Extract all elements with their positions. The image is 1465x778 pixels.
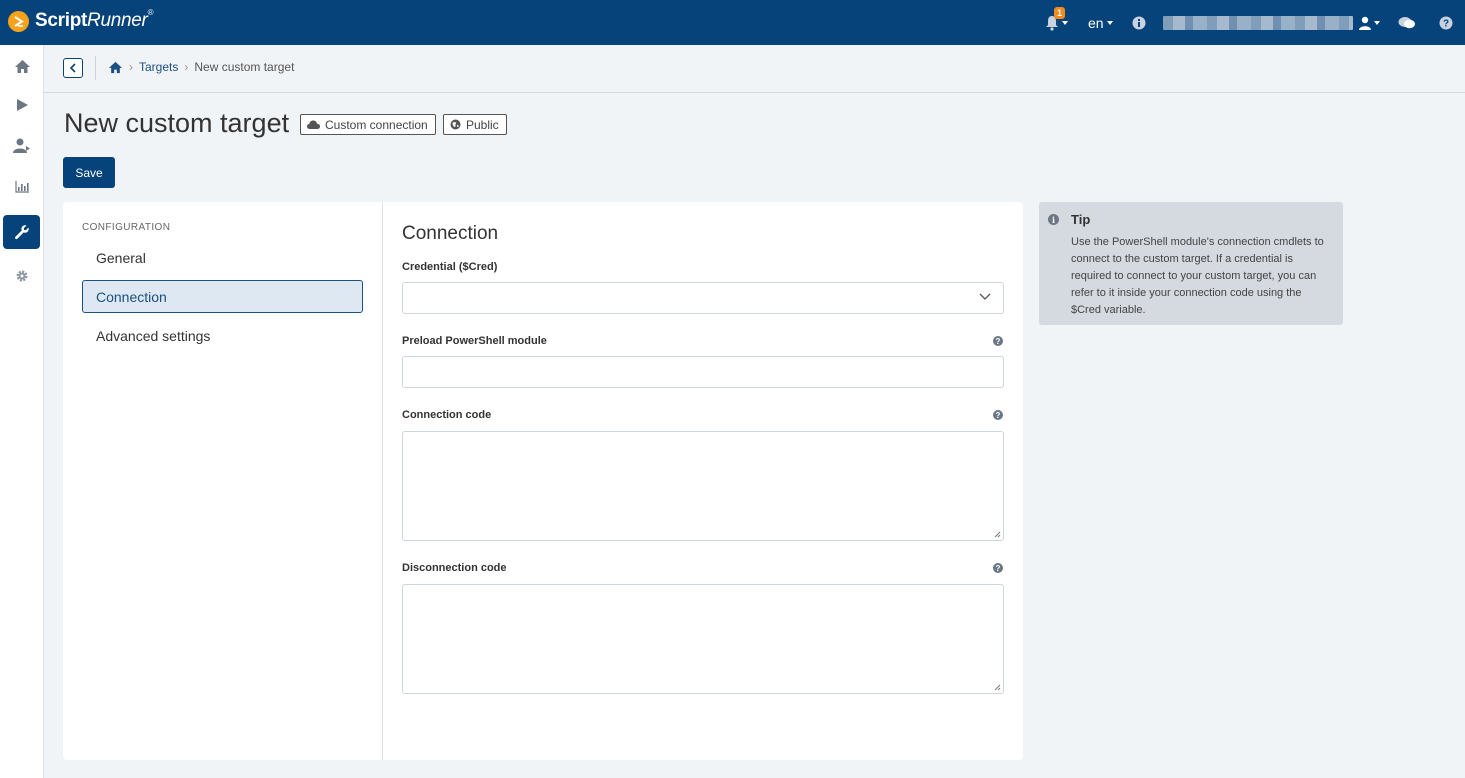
logo-mark-icon — [8, 10, 29, 32]
breadcrumb-bar: › Targets › New custom target — [44, 45, 1465, 93]
help-icon: ? — [1439, 16, 1453, 29]
sidebar-item-run[interactable] — [0, 87, 44, 123]
credential-label: Credential ($Cred) — [402, 261, 498, 273]
tip-body: Use the PowerShell module's connection c… — [1071, 236, 1324, 316]
language-label: en — [1088, 14, 1104, 31]
back-button[interactable] — [63, 58, 83, 78]
breadcrumb-separator: › — [184, 60, 189, 74]
user-name-redacted — [1163, 15, 1353, 30]
disconnection-code-textarea[interactable] — [402, 584, 1004, 694]
resize-handle-icon[interactable] — [994, 684, 1001, 691]
help-button[interactable]: ? — [1439, 0, 1453, 45]
chevron-down-icon — [1374, 20, 1380, 25]
wrench-icon — [14, 225, 29, 240]
section-title: Connection — [402, 223, 499, 244]
sidebar-item-admin[interactable] — [3, 215, 40, 249]
page-title: New custom target — [64, 108, 290, 138]
chevron-down-icon — [979, 293, 991, 300]
connection-type-label: Custom connection — [325, 117, 428, 132]
credential-select[interactable] — [402, 282, 1004, 314]
notification-badge: 1 — [1054, 7, 1066, 19]
help-icon[interactable]: ? — [993, 336, 1003, 346]
breadcrumb: › Targets › New custom target — [108, 60, 294, 74]
connection-code-label: Connection code — [402, 409, 492, 421]
sidebar-item-home[interactable] — [0, 48, 44, 84]
user-icon — [13, 138, 30, 153]
svg-text:?: ? — [1443, 18, 1449, 29]
config-menu-connection[interactable]: Connection — [82, 280, 363, 313]
divider — [382, 202, 383, 760]
chevron-down-icon — [1062, 20, 1068, 25]
config-menu-general[interactable]: General — [82, 241, 363, 274]
chat-icon — [1398, 16, 1415, 28]
logo-text: ScriptRunner® — [35, 8, 154, 31]
visibility-label: Public — [466, 117, 499, 132]
resize-handle-icon[interactable] — [994, 531, 1001, 538]
connection-code-textarea[interactable] — [402, 431, 1004, 541]
sidebar-item-users[interactable] — [0, 127, 44, 163]
disconnection-code-label: Disconnection code — [402, 562, 507, 574]
tip-title: Tip — [1071, 212, 1091, 227]
breadcrumb-targets-link[interactable]: Targets — [139, 60, 178, 74]
save-button[interactable]: Save — [63, 157, 115, 188]
tip-panel: i Tip Use the PowerShell module's connec… — [1039, 202, 1343, 325]
home-icon — [14, 59, 30, 73]
visibility-tag: Public — [443, 114, 507, 135]
scriptrunner-logo[interactable]: ScriptRunner® — [8, 8, 154, 32]
top-bar: ScriptRunner® 1 en ? — [0, 0, 1465, 45]
preload-module-input[interactable] — [402, 356, 1004, 388]
chart-icon — [15, 181, 29, 193]
chevron-left-icon — [69, 63, 76, 73]
breadcrumb-separator: › — [129, 60, 133, 74]
info-icon — [1132, 16, 1146, 29]
configuration-section-label: CONFIGURATION — [82, 222, 171, 233]
user-icon — [1359, 16, 1371, 30]
home-icon[interactable] — [108, 61, 123, 74]
user-menu[interactable] — [1163, 0, 1380, 45]
chat-button[interactable] — [1398, 0, 1416, 45]
info-icon: i — [1048, 214, 1059, 225]
configuration-card: CONFIGURATION General Connection Advance… — [63, 202, 1023, 760]
cloud-icon — [307, 120, 320, 129]
preload-module-label: Preload PowerShell module — [402, 335, 547, 347]
language-selector[interactable]: en — [1088, 0, 1113, 45]
help-icon[interactable]: ? — [993, 563, 1003, 573]
notifications-button[interactable]: 1 — [1045, 0, 1068, 45]
sidebar-item-reports[interactable] — [0, 169, 44, 205]
sidebar-item-settings[interactable] — [0, 258, 44, 294]
info-button[interactable] — [1132, 0, 1146, 45]
connection-type-tag: Custom connection — [300, 114, 436, 135]
sidebar — [0, 45, 44, 778]
play-icon — [16, 99, 28, 111]
gear-icon — [16, 270, 28, 282]
config-menu-advanced-settings[interactable]: Advanced settings — [82, 319, 363, 352]
help-icon[interactable]: ? — [993, 410, 1003, 420]
globe-icon — [450, 119, 461, 130]
chevron-down-icon — [1106, 20, 1113, 25]
breadcrumb-current: New custom target — [194, 60, 295, 74]
divider — [95, 56, 96, 80]
